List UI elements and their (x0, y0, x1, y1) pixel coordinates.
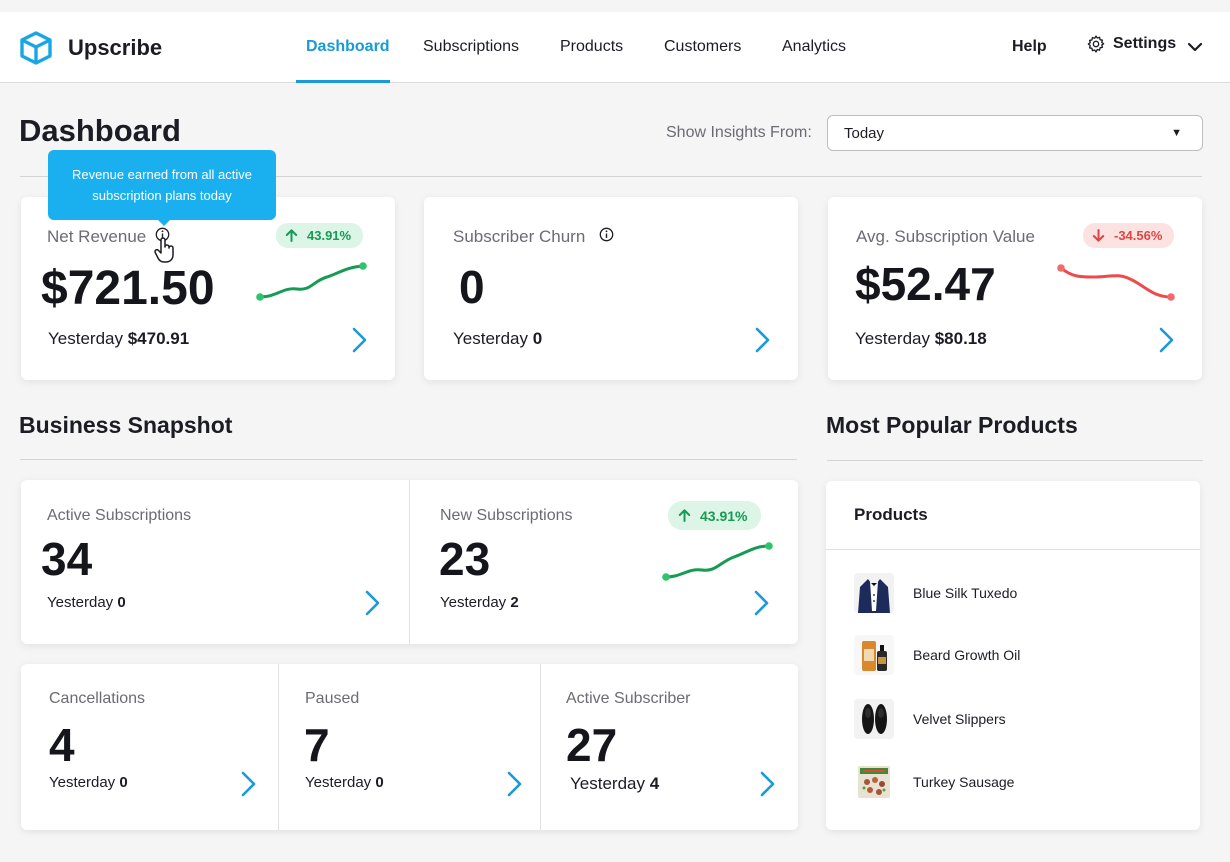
net-revenue-label: Net Revenue (47, 227, 147, 246)
avg-subscription-value-value: $52.47 (855, 258, 996, 310)
hand-pointer-cursor-icon (154, 237, 174, 263)
divider (826, 549, 1200, 550)
active-subscriptions-label: Active Subscriptions (47, 507, 192, 524)
avg-subscription-value-sparkline (1057, 264, 1175, 301)
help-link[interactable]: Help (1012, 38, 1047, 56)
settings-label: Settings (1113, 35, 1177, 52)
paused-value: 7 (304, 719, 330, 771)
avg-subscription-value-change-badge: -34.56% (1083, 223, 1175, 248)
active-subscriptions-value: 34 (41, 533, 93, 585)
active-subscriber-yesterday: Yesterday 4 (570, 774, 660, 793)
snapshot-row-1-card: Active Subscriptions 34 Yesterday 0 New … (21, 480, 798, 644)
product-name: Velvet Slippers (913, 711, 1006, 727)
nav-subscriptions[interactable]: Subscriptions (423, 38, 519, 56)
arrow-up-icon (678, 509, 691, 522)
product-name: Turkey Sausage (913, 774, 1015, 790)
oil-bottle-thumbnail-icon (854, 635, 894, 675)
net-revenue-change: 43.91% (307, 228, 352, 243)
top-strip (0, 0, 1230, 12)
list-item[interactable]: Blue Silk Tuxedo (854, 573, 1017, 613)
brand[interactable]: Upscribe (18, 30, 162, 66)
product-name: Blue Silk Tuxedo (913, 585, 1018, 601)
chevron-right-icon[interactable] (504, 770, 524, 798)
nav-analytics[interactable]: Analytics (782, 38, 846, 56)
chevron-right-icon[interactable] (349, 326, 369, 354)
list-item[interactable]: Velvet Slippers (854, 699, 1006, 739)
nav-dashboard[interactable]: Dashboard (306, 38, 390, 56)
insights-range-select[interactable]: Today ▼ (827, 115, 1203, 151)
list-item[interactable]: Beard Growth Oil (854, 635, 1020, 675)
list-item[interactable]: Turkey Sausage (854, 762, 1014, 802)
chevron-down-icon[interactable] (1186, 38, 1204, 56)
avg-subscription-value-card: Avg. Subscription Value -34.56% $52.47 Y… (828, 197, 1202, 380)
net-revenue-sparkline (256, 262, 367, 301)
divider (20, 459, 797, 460)
products-column-header: Products (854, 505, 928, 524)
info-icon[interactable] (599, 227, 614, 242)
paused-label: Paused (305, 690, 360, 707)
subscriber-churn-card: Subscriber Churn 0 Yesterday 0 (424, 197, 798, 380)
net-revenue-yesterday: Yesterday $470.91 (48, 329, 190, 348)
product-name: Beard Growth Oil (913, 647, 1021, 663)
tuxedo-thumbnail-icon (854, 573, 894, 613)
chevron-right-icon[interactable] (1156, 326, 1176, 354)
subscriber-churn-yesterday: Yesterday 0 (453, 329, 543, 348)
chevron-right-icon[interactable] (238, 770, 258, 798)
cancellations-label: Cancellations (49, 690, 146, 707)
net-revenue-change-badge: 43.91% (276, 223, 364, 248)
net-revenue-value: $721.50 (41, 262, 215, 315)
page-title: Dashboard (19, 113, 181, 148)
new-subscriptions-change-badge: 43.91% (668, 501, 762, 530)
arrow-up-icon (285, 229, 298, 242)
subscriber-churn-value: 0 (459, 261, 485, 313)
sausage-package-thumbnail-icon (854, 762, 894, 802)
tooltip-tail (156, 218, 172, 226)
most-popular-products-title: Most Popular Products (826, 412, 1078, 438)
chevron-right-icon[interactable] (362, 589, 382, 617)
new-subscriptions-change: 43.91% (700, 507, 748, 524)
net-revenue-card: Net Revenue 43.91% $721.50 Yesterday $47… (21, 197, 395, 380)
slippers-thumbnail-icon (854, 699, 894, 739)
arrow-down-icon (1092, 229, 1105, 242)
top-navbar: Upscribe Dashboard Subscriptions Product… (0, 12, 1230, 83)
active-subscriptions-yesterday: Yesterday 0 (47, 594, 126, 611)
avg-subscription-value-change: -34.56% (1114, 228, 1163, 243)
nav-customers[interactable]: Customers (664, 38, 741, 56)
avg-subscription-value-label: Avg. Subscription Value (856, 227, 1035, 246)
chevron-right-icon[interactable] (757, 770, 777, 798)
new-subscriptions-label: New Subscriptions (440, 507, 573, 524)
new-subscriptions-value: 23 (439, 533, 491, 585)
business-snapshot-title: Business Snapshot (19, 412, 233, 438)
new-subscriptions-sparkline (662, 542, 773, 581)
gear-icon (1087, 35, 1105, 53)
cancellations-yesterday: Yesterday 0 (49, 774, 128, 791)
divider (827, 460, 1203, 461)
active-subscriber-label: Active Subscriber (566, 690, 691, 707)
chevron-right-icon[interactable] (752, 326, 772, 354)
avg-subscription-value-yesterday: Yesterday $80.18 (855, 329, 987, 348)
active-tab-indicator (296, 80, 390, 83)
paused-yesterday: Yesterday 0 (305, 774, 384, 791)
insights-range-value: Today (844, 125, 885, 142)
active-subscriber-value: 27 (566, 719, 618, 771)
nav-products[interactable]: Products (560, 38, 623, 56)
column-divider (409, 480, 410, 644)
box-logo-icon (20, 31, 52, 65)
cancellations-value: 4 (49, 719, 75, 771)
subscriber-churn-label: Subscriber Churn (453, 227, 586, 246)
new-subscriptions-yesterday: Yesterday 2 (440, 594, 519, 611)
snapshot-row-2-card: Cancellations 4 Yesterday 0 Paused 7 Yes… (21, 664, 798, 830)
column-divider (278, 664, 279, 830)
caret-down-icon: ▼ (1171, 127, 1182, 139)
insights-label: Show Insights From: (666, 124, 812, 141)
chevron-right-icon[interactable] (751, 589, 771, 617)
settings-button[interactable]: Settings (1086, 34, 1176, 54)
column-divider (540, 664, 541, 830)
brand-name: Upscribe (68, 35, 163, 60)
net-revenue-tooltip: Revenue earned from all active subscript… (48, 150, 276, 220)
